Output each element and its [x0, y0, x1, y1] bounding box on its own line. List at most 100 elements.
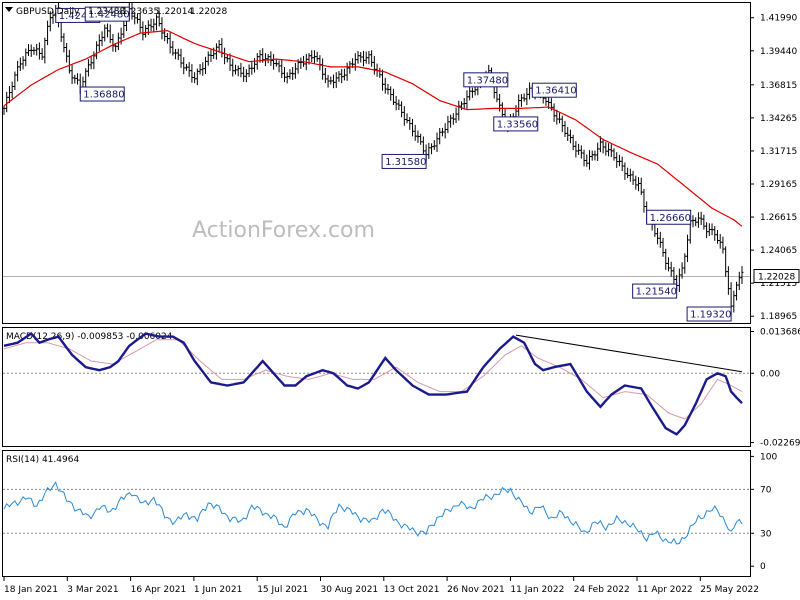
- ohlc-bar: [250, 62, 254, 75]
- ohlc-bar: [141, 21, 145, 41]
- ohlc-bar: [686, 234, 690, 262]
- ohlc-bar: [656, 228, 660, 245]
- ohlc-bar: [5, 91, 9, 113]
- ohlc-bar: [465, 90, 469, 110]
- date-tick-label: 1 Jun 2021: [194, 585, 242, 595]
- watermark: ActionForex.com: [192, 218, 375, 243]
- ohlc-bar: [40, 48, 44, 61]
- ohlc-bar: [658, 231, 662, 248]
- ohlc-bar: [21, 56, 25, 70]
- price-tick-label: 1.39440: [760, 47, 797, 57]
- ohlc-bar: [522, 93, 526, 102]
- price-tick-label: 1.36815: [760, 81, 797, 91]
- ohlc-bar: [190, 64, 194, 83]
- ohlc-bar: [315, 51, 319, 62]
- ohlc-bar: [666, 257, 670, 272]
- ohlc-bar: [669, 261, 673, 277]
- ohlc-bar: [568, 129, 572, 144]
- ohlc-bar: [579, 145, 583, 159]
- ohlc-bar: [266, 53, 270, 64]
- price-annotation: 1.19320: [686, 306, 732, 322]
- ohlc-bar: [231, 58, 235, 77]
- macd-tick-label: 0.00: [760, 369, 780, 379]
- ohlc-bar: [269, 51, 273, 66]
- ohlc-bar: [236, 65, 240, 77]
- ohlc-bar: [198, 64, 202, 75]
- ohlc-bar: [16, 60, 20, 82]
- ohlc-bar: [288, 69, 292, 80]
- ohlc-bar: [108, 24, 112, 44]
- ohlc-bar: [345, 62, 349, 81]
- price-tick-label: 1.24065: [760, 246, 797, 256]
- ohlc-bar: [378, 67, 382, 78]
- macd-signal-line: [3, 339, 743, 420]
- ohlc-bar: [103, 24, 107, 42]
- ohlc-bar: [326, 74, 330, 88]
- ohlc-bar: [182, 57, 186, 75]
- ohlc-bar: [233, 64, 237, 75]
- ohlc-bar: [451, 113, 455, 125]
- price-bars: [2, 2, 744, 313]
- ohlc-bar: [144, 25, 148, 38]
- ohlc-bar: [558, 112, 562, 124]
- ohlc-bar: [282, 67, 286, 83]
- ohlc-bar: [171, 40, 175, 56]
- ohlc-bar: [631, 170, 635, 185]
- ohlc-bar: [163, 28, 167, 42]
- rsi-tick-label: 70: [760, 485, 772, 495]
- ohlc-bar: [367, 50, 371, 65]
- ohlc-bar: [372, 56, 376, 75]
- ohlc-bar: [168, 32, 172, 54]
- ohlc-bar: [571, 134, 575, 151]
- price-annotation: 1.21540: [632, 282, 678, 299]
- price-tick-label: 1.29165: [760, 180, 797, 190]
- ohlc-bar: [242, 66, 246, 82]
- ohlc-bar: [440, 127, 444, 137]
- ohlc-bar: [370, 50, 374, 67]
- ohlc-bar: [470, 87, 474, 98]
- ohlc-bar: [13, 71, 17, 91]
- ohlc-bar: [435, 132, 439, 152]
- ohlc-bar: [46, 20, 50, 46]
- ohlc-bar: [280, 60, 284, 79]
- ohlc-bar: [111, 33, 115, 52]
- ohlc-bar: [176, 48, 180, 61]
- date-tick-label: 11 Apr 2022: [637, 585, 693, 595]
- ohlc-bar: [628, 168, 632, 182]
- ohlc-bar: [710, 223, 714, 236]
- ohlc-bar: [340, 69, 344, 84]
- date-tick-label: 11 Jan 2022: [510, 585, 564, 595]
- chart-stage: ActionForex.com 1.41990 1.39440 1.36815 1.3…: [2, 2, 800, 595]
- date-axis: 18 Jan 2021 3 Mar 2021 16 Apr 2021 1 Jun 20…: [3, 577, 759, 595]
- ohlc-bar: [323, 67, 327, 84]
- ohlc-bar: [65, 43, 69, 63]
- ohlc-bar: [427, 142, 431, 160]
- ohlc-bar: [718, 234, 722, 249]
- ohlc-bar: [457, 100, 461, 121]
- current-price-marker: 1.22028: [753, 269, 800, 284]
- ohlc-bar: [446, 115, 450, 134]
- ohlc-bar: [601, 138, 605, 154]
- ohlc-bar: [416, 130, 420, 143]
- ohlc-bar: [291, 67, 295, 81]
- ohlc-bar: [95, 41, 99, 60]
- ohlc-bar: [277, 60, 281, 73]
- ohlc-bar: [705, 222, 709, 239]
- ohlc-bar: [32, 47, 36, 55]
- ohlc-bar: [318, 55, 322, 71]
- ohlc-bar: [67, 49, 71, 74]
- date-tick-label: 25 May 2022: [700, 585, 759, 595]
- ohlc-bar: [35, 43, 39, 56]
- ohlc-bar: [223, 47, 227, 65]
- price-tick-label: 1.41990: [760, 14, 797, 24]
- ohlc-bar: [626, 167, 630, 179]
- date-tick-label: 26 Nov 2021: [447, 585, 505, 595]
- ohlc-bar: [721, 236, 725, 254]
- ohlc-bar: [397, 99, 401, 111]
- ohlc-bar: [62, 33, 66, 53]
- ohlc-bar: [383, 77, 387, 94]
- ohlc-bar: [329, 76, 333, 85]
- ohlc-bar: [353, 53, 357, 71]
- ohlc-bar: [612, 148, 616, 161]
- ohlc-bar: [386, 83, 390, 95]
